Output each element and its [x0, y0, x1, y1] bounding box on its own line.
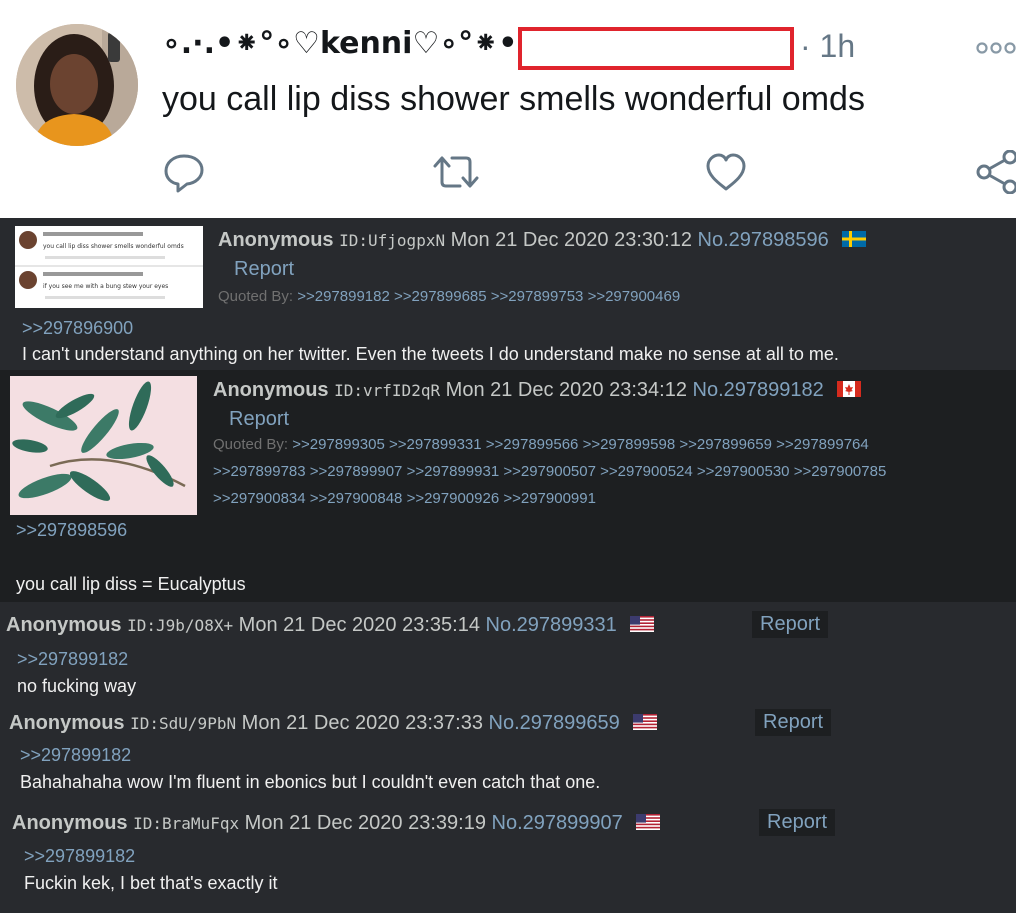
backlink[interactable]: >>297900785 — [794, 463, 887, 480]
post-text: Fuckin kek, I bet that's exactly it — [24, 873, 278, 893]
post-number[interactable]: No.297899182 — [693, 379, 824, 401]
more-icon[interactable] — [976, 38, 1016, 58]
post-number[interactable]: No.297899331 — [486, 614, 617, 636]
tweet-text: you call lip diss shower smells wonderfu… — [162, 80, 865, 118]
backlink[interactable]: >>297900507 — [503, 463, 596, 480]
quoted-by-line-2: >>297899783 >>297899907 >>297899931 >>29… — [213, 458, 886, 485]
tweet-timestamp[interactable]: · 1h — [800, 28, 855, 65]
backlink[interactable]: >>297900991 — [503, 490, 596, 507]
post-datetime: Mon 21 Dec 2020 23:39:19 — [244, 812, 486, 834]
retweet-icon[interactable] — [432, 150, 479, 194]
backlink[interactable]: >>297900524 — [600, 463, 693, 480]
usa-flag-icon — [633, 714, 658, 730]
poster-id[interactable]: ID:J9b/O8X+ — [127, 616, 233, 635]
post-datetime: Mon 21 Dec 2020 23:30:12 — [450, 229, 692, 251]
reply-icon[interactable] — [162, 150, 206, 194]
usa-flag-icon — [630, 616, 655, 632]
post-297898596: you call lip diss shower smells wonderfu… — [0, 218, 1016, 370]
poster-id[interactable]: ID:BraMuFqx — [133, 814, 239, 833]
post-text: you call lip diss = Eucalyptus — [16, 574, 246, 594]
backlink[interactable]: >>297899305 — [292, 436, 385, 453]
quoted-by: Quoted By: >>297899305 >>297899331 >>297… — [213, 436, 869, 453]
poster-id[interactable]: ID:SdU/9PbN — [130, 714, 236, 733]
quote-link[interactable]: >>297899182 — [17, 649, 128, 670]
poster-id[interactable]: ID:UfjogpxN — [339, 231, 445, 250]
post-297899907: Anonymous ID:BraMuFqx Mon 21 Dec 2020 23… — [0, 802, 1016, 913]
backlink[interactable]: >>297900848 — [310, 490, 403, 507]
report-button[interactable]: Report — [755, 709, 832, 736]
redacted-handle — [518, 27, 794, 70]
report-button[interactable]: Report — [234, 258, 294, 281]
backlink[interactable]: >>297900530 — [697, 463, 790, 480]
backlink[interactable]: >>297900926 — [407, 490, 500, 507]
canada-flag-icon — [837, 381, 862, 397]
post-number[interactable]: No.297899659 — [489, 712, 620, 734]
poster-name: Anonymous — [9, 712, 125, 734]
display-name[interactable]: ∘.·.•⁕°∘♡kenni♡∘°⁕•.·.∘ — [162, 26, 570, 61]
like-icon[interactable] — [704, 150, 748, 194]
backlink[interactable]: >>297899764 — [776, 436, 869, 453]
quote-link[interactable]: >>297898596 — [16, 520, 127, 541]
post-297899331: Anonymous ID:J9b/O8X+ Mon 21 Dec 2020 23… — [0, 602, 1016, 702]
post-text: Bahahahaha wow I'm fluent in ebonics but… — [20, 772, 601, 792]
post-datetime: Mon 21 Dec 2020 23:37:33 — [241, 712, 483, 734]
report-button[interactable]: Report — [759, 809, 836, 836]
backlink[interactable]: >>297899753 — [491, 288, 584, 305]
post-thumbnail[interactable]: you call lip diss shower smells wonderfu… — [15, 226, 203, 308]
quoted-by: Quoted By: >>297899182 >>297899685 >>297… — [218, 288, 681, 305]
backlink[interactable]: >>297899182 — [297, 288, 390, 305]
share-icon[interactable] — [976, 149, 1016, 195]
thumb-line-2: if you see me with a bung stew your eyes — [43, 283, 168, 290]
post-info: Anonymous ID:BraMuFqx Mon 21 Dec 2020 23… — [12, 812, 661, 835]
poster-id[interactable]: ID:vrfID2qR — [334, 381, 440, 400]
thumb-line-1: you call lip diss shower smells wonderfu… — [43, 243, 184, 250]
post-text: I can't understand anything on her twitt… — [22, 344, 839, 364]
post-info: Anonymous ID:J9b/O8X+ Mon 21 Dec 2020 23… — [6, 614, 655, 637]
post-number[interactable]: No.297899907 — [492, 812, 623, 834]
quote-link[interactable]: >>297896900 — [22, 318, 133, 339]
report-button[interactable]: Report — [752, 611, 829, 638]
backlink[interactable]: >>297899566 — [486, 436, 579, 453]
post-number[interactable]: No.297898596 — [698, 229, 829, 251]
tweet-card: ∘.·.•⁕°∘♡kenni♡∘°⁕•.·.∘ · 1h you call li… — [0, 0, 1016, 218]
sweden-flag-icon — [842, 231, 867, 247]
poster-name: Anonymous — [213, 379, 329, 401]
backlink[interactable]: >>297899685 — [394, 288, 487, 305]
post-datetime: Mon 21 Dec 2020 23:34:12 — [445, 379, 687, 401]
post-thumbnail[interactable] — [10, 376, 197, 515]
usa-flag-icon — [636, 814, 661, 830]
backlink[interactable]: >>297899931 — [407, 463, 500, 480]
poster-name: Anonymous — [12, 812, 128, 834]
post-datetime: Mon 21 Dec 2020 23:35:14 — [238, 614, 480, 636]
backlink[interactable]: >>297899598 — [583, 436, 676, 453]
backlink[interactable]: >>297899783 — [213, 463, 306, 480]
post-info: Anonymous ID:UfjogpxN Mon 21 Dec 2020 23… — [218, 229, 867, 252]
post-text: no fucking way — [17, 676, 137, 696]
quote-link[interactable]: >>297899182 — [20, 745, 131, 766]
backlink[interactable]: >>297899331 — [389, 436, 482, 453]
report-button[interactable]: Report — [229, 408, 289, 431]
backlink[interactable]: >>297899907 — [310, 463, 403, 480]
post-297899659: Anonymous ID:SdU/9PbN Mon 21 Dec 2020 23… — [0, 702, 1016, 802]
poster-name: Anonymous — [218, 229, 334, 251]
post-297899182: Anonymous ID:vrfID2qR Mon 21 Dec 2020 23… — [0, 370, 1016, 602]
backlink[interactable]: >>297899659 — [679, 436, 772, 453]
poster-name: Anonymous — [6, 614, 122, 636]
backlink[interactable]: >>297900834 — [213, 490, 306, 507]
quoted-by-line-3: >>297900834 >>297900848 >>297900926 >>29… — [213, 485, 596, 512]
avatar[interactable] — [16, 24, 138, 146]
post-info: Anonymous ID:SdU/9PbN Mon 21 Dec 2020 23… — [9, 712, 658, 735]
quote-link[interactable]: >>297899182 — [24, 846, 135, 867]
post-info: Anonymous ID:vrfID2qR Mon 21 Dec 2020 23… — [213, 379, 862, 402]
backlink[interactable]: >>297900469 — [588, 288, 681, 305]
